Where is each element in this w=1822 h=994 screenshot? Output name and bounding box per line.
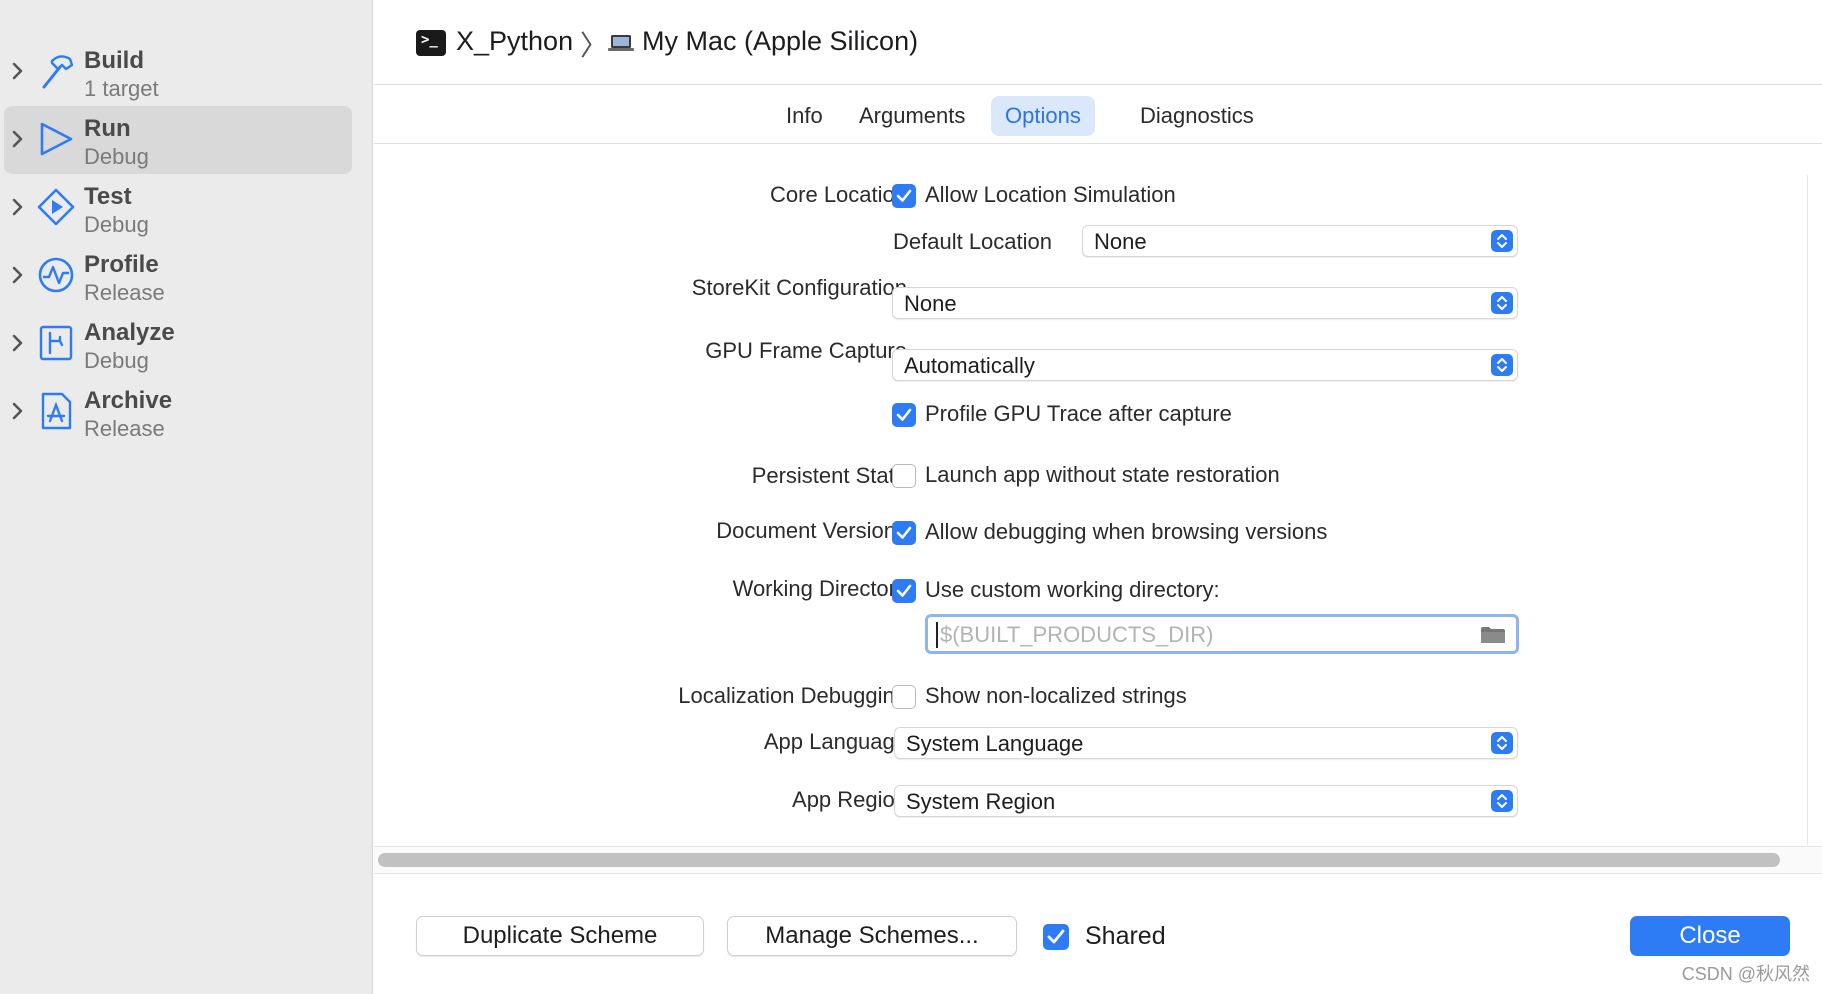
tab-arguments[interactable]: Arguments <box>845 96 979 136</box>
action-name: Analyze <box>84 319 175 346</box>
action-name: Run <box>84 115 131 142</box>
divider <box>1807 175 1808 845</box>
up-down-chevron-icon <box>1491 354 1513 376</box>
analyze-icon <box>39 325 73 361</box>
chevron-right-icon[interactable] <box>10 58 26 84</box>
run-destination[interactable]: My Mac (Apple Silicon) <box>642 26 918 57</box>
duplicate-scheme-button[interactable]: Duplicate Scheme <box>416 916 704 956</box>
chevron-right-icon[interactable] <box>10 126 26 152</box>
play-icon <box>40 122 73 156</box>
hammer-icon <box>42 55 74 89</box>
folder-icon[interactable] <box>1480 625 1506 645</box>
action-config: Release <box>84 280 165 305</box>
sidebar-item-archive[interactable]: Archive Release <box>0 378 373 446</box>
chevron-right-icon[interactable] <box>10 398 26 424</box>
gpu-frame-capture-label: GPU Frame Capture <box>705 338 907 363</box>
manage-schemes-button[interactable]: Manage Schemes... <box>727 916 1017 956</box>
action-config: Debug <box>84 212 149 237</box>
action-name: Profile <box>84 251 159 278</box>
popup-value: System Region <box>906 789 1056 814</box>
default-location-popup[interactable]: None <box>1082 225 1518 257</box>
sidebar-item-profile[interactable]: Profile Release <box>0 242 373 310</box>
action-config: Release <box>84 416 165 441</box>
sidebar-item-test[interactable]: Test Debug <box>0 174 373 242</box>
app-language-label: App Language <box>763 729 907 754</box>
popup-value: System Language <box>906 731 1084 756</box>
scheme-editor-main: >_ X_Python 〉 My Mac (Apple Silicon) Inf… <box>374 0 1822 994</box>
launch-without-restoration-checkbox[interactable] <box>892 464 916 488</box>
sidebar-item-analyze[interactable]: Analyze Debug <box>0 310 373 378</box>
close-button[interactable]: Close <box>1630 916 1790 956</box>
horizontal-scrollbar[interactable] <box>378 853 1780 867</box>
tab-bar: Info Arguments Options Diagnostics <box>374 86 1822 144</box>
popup-value: None <box>1094 229 1147 254</box>
show-non-localized-label: Show non-localized strings <box>925 683 1187 708</box>
breadcrumb-separator: 〉 <box>580 30 609 61</box>
action-config: Debug <box>84 348 149 373</box>
sidebar-item-build[interactable]: Build 1 target <box>0 38 373 106</box>
working-directory-label: Working Directory <box>732 576 907 601</box>
shared-label: Shared <box>1085 922 1166 950</box>
test-diamond-icon <box>37 188 75 226</box>
app-language-popup[interactable]: System Language <box>894 727 1518 759</box>
chevron-right-icon[interactable] <box>10 194 26 220</box>
shared-checkbox[interactable] <box>1043 924 1069 950</box>
action-name: Build <box>84 47 144 74</box>
app-region-popup[interactable]: System Region <box>894 785 1518 817</box>
archive-app-icon <box>41 392 72 430</box>
storekit-popup[interactable]: None <box>892 287 1518 319</box>
working-directory-field[interactable] <box>925 614 1519 654</box>
tab-info[interactable]: Info <box>772 96 837 136</box>
profile-gpu-trace-label: Profile GPU Trace after capture <box>925 401 1232 426</box>
app-region-label: App Region <box>792 787 907 812</box>
options-content: Core Location Allow Location Simulation … <box>374 145 1814 845</box>
allow-location-simulation-checkbox[interactable] <box>892 184 916 208</box>
custom-working-directory-label: Use custom working directory: <box>925 577 1220 602</box>
laptop-icon <box>608 35 634 51</box>
up-down-chevron-icon <box>1491 292 1513 314</box>
scheme-actions-sidebar: Build 1 target Run Debug Test Debug Prof… <box>0 0 373 994</box>
popup-value: Automatically <box>904 353 1035 378</box>
terminal-icon: >_ <box>416 30 446 56</box>
gpu-frame-capture-popup[interactable]: Automatically <box>892 349 1518 381</box>
up-down-chevron-icon <box>1491 790 1513 812</box>
watermark: CSDN @秋风然 <box>1681 964 1810 984</box>
profile-gpu-trace-checkbox[interactable] <box>892 403 916 427</box>
up-down-chevron-icon <box>1491 230 1513 252</box>
action-name: Test <box>84 183 132 210</box>
persistent-state-label: Persistent State <box>751 463 907 488</box>
document-versions-label: Document Versions <box>716 518 907 543</box>
localization-debugging-label: Localization Debugging <box>678 683 907 708</box>
popup-value: None <box>904 291 957 316</box>
footer-bar: Duplicate Scheme Manage Schemes... Share… <box>374 875 1822 994</box>
action-config: Debug <box>84 144 149 169</box>
core-location-label: Core Location <box>770 182 907 207</box>
custom-working-directory-checkbox[interactable] <box>892 579 916 603</box>
action-config: 1 target <box>84 76 159 101</box>
default-location-label: Default Location <box>893 229 1052 254</box>
scheme-header: >_ X_Python 〉 My Mac (Apple Silicon) <box>374 0 1822 85</box>
scheme-name[interactable]: X_Python <box>456 26 573 57</box>
tab-options[interactable]: Options <box>991 96 1095 136</box>
action-name: Archive <box>84 387 173 414</box>
sidebar-item-run[interactable]: Run Debug <box>0 106 373 174</box>
allow-debugging-versions-label: Allow debugging when browsing versions <box>925 519 1328 544</box>
working-directory-input[interactable] <box>936 622 1476 648</box>
waveform-icon <box>38 257 74 293</box>
storekit-label: StoreKit Configuration <box>691 275 907 300</box>
show-non-localized-checkbox[interactable] <box>892 685 916 709</box>
allow-debugging-versions-checkbox[interactable] <box>892 521 916 545</box>
tab-diagnostics[interactable]: Diagnostics <box>1126 96 1268 136</box>
chevron-right-icon[interactable] <box>10 262 26 288</box>
chevron-right-icon[interactable] <box>10 330 26 356</box>
allow-location-simulation-label: Allow Location Simulation <box>925 182 1176 207</box>
up-down-chevron-icon <box>1491 732 1513 754</box>
launch-without-restoration-label: Launch app without state restoration <box>925 462 1280 487</box>
